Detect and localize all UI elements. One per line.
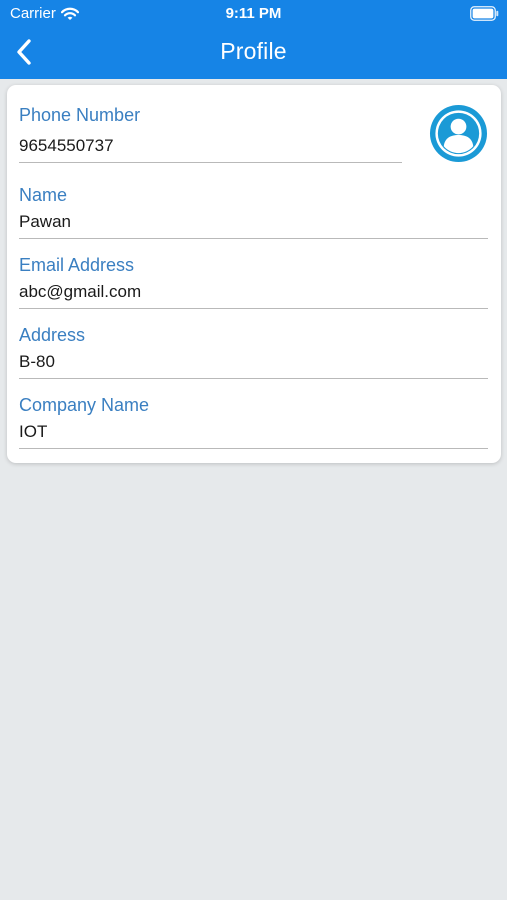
app-header: Carrier 9:11 PM Profile <box>0 0 507 79</box>
navigation-bar: Profile <box>0 28 507 79</box>
name-label: Name <box>19 185 68 205</box>
address-input[interactable] <box>19 351 488 379</box>
profile-card: Phone Number Name Email Address Address … <box>7 85 501 463</box>
status-bar: Carrier 9:11 PM <box>0 0 507 28</box>
status-time: 9:11 PM <box>225 5 282 22</box>
email-address-input[interactable] <box>19 281 488 309</box>
address-label: Address <box>19 325 86 345</box>
name-field: Name <box>19 185 488 239</box>
battery-icon <box>470 6 499 21</box>
phone-number-input[interactable] <box>19 135 402 163</box>
email-address-label: Email Address <box>19 255 135 275</box>
user-avatar-icon[interactable] <box>429 104 488 163</box>
company-name-input[interactable] <box>19 421 488 449</box>
email-address-field: Email Address <box>19 255 488 309</box>
company-name-label: Company Name <box>19 395 150 415</box>
phone-number-label: Phone Number <box>19 105 141 125</box>
name-input[interactable] <box>19 211 488 239</box>
company-name-field: Company Name <box>19 395 488 449</box>
address-field: Address <box>19 325 488 379</box>
phone-number-field: Phone Number <box>19 105 402 163</box>
page-title: Profile <box>220 38 287 64</box>
